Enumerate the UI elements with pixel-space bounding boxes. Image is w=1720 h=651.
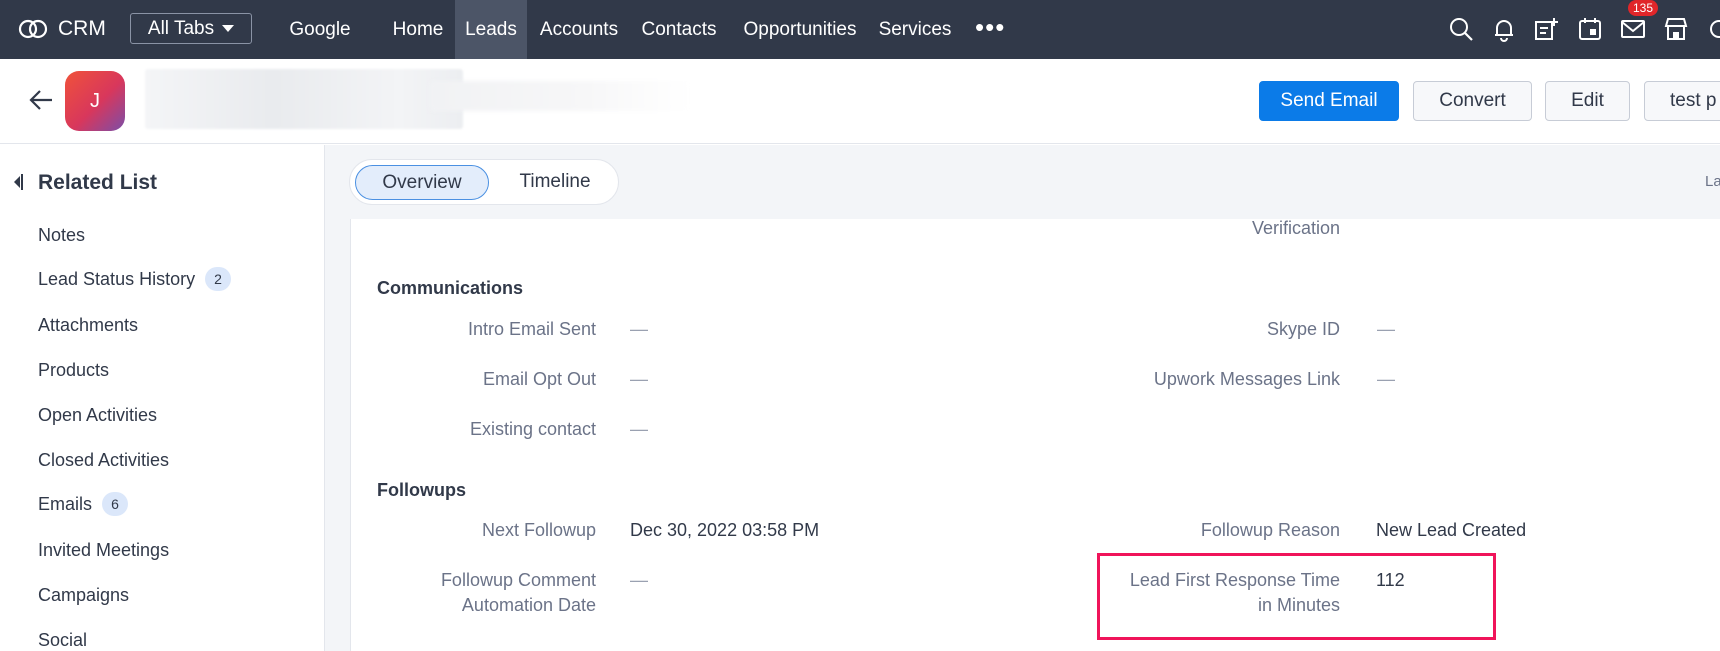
field-value-followup-reason[interactable]: New Lead Created	[1376, 518, 1526, 543]
crm-logo[interactable]: CRM	[18, 12, 106, 46]
related-list-item-invited-meetings[interactable]: Invited Meetings	[38, 540, 169, 561]
section-title-communications: Communications	[377, 278, 524, 298]
field-value-intro-email-sent[interactable]: —	[630, 317, 648, 342]
related-list-title: Related List	[38, 171, 158, 194]
all-tabs-label: All Tabs	[147, 17, 215, 39]
field-value-email-opt-out[interactable]: —	[630, 367, 648, 392]
field-label-followup-comment-automation-date: Followup Comment Automation Date	[350, 568, 596, 618]
related-list-item-label: Closed Activities	[38, 450, 170, 470]
record-tab-bar: Overview Timeline	[325, 145, 1720, 219]
all-tabs-dropdown[interactable]: All Tabs	[130, 13, 252, 44]
nav-tab-google-ads[interactable]: Google Ads	[272, 0, 368, 99]
last-updated-label: La	[1705, 173, 1720, 190]
section-title-followups: Followups	[377, 480, 466, 500]
count-badge: 6	[102, 492, 129, 516]
nav-tab-services[interactable]: Services	[878, 0, 952, 59]
test-button[interactable]: test p	[1644, 81, 1720, 121]
field-label-next-followup: Next Followup	[481, 520, 596, 540]
search-icon[interactable]	[1448, 16, 1474, 42]
collapse-panel-icon[interactable]	[12, 173, 24, 191]
highlight-box	[1097, 553, 1496, 640]
field-label-skype-id: Skype ID	[1266, 319, 1340, 339]
brand-name: CRM	[58, 17, 106, 40]
related-list-item-lead-status-history[interactable]: Lead Status History 2	[38, 267, 232, 291]
field-label-upwork-messages-link: Upwork Messages Link	[1153, 369, 1340, 389]
tab-switcher: Overview Timeline	[349, 159, 619, 205]
field-label-existing-contact: Existing contact	[469, 419, 596, 439]
count-badge: 2	[205, 267, 232, 291]
redacted-record-subtitle	[430, 81, 690, 111]
related-list-item-label: Attachments	[38, 315, 139, 335]
field-label-line: Automation Date	[461, 595, 596, 615]
related-list-panel: Related List Notes Lead Status History 2…	[0, 145, 325, 651]
related-list-item-label: Campaigns	[38, 585, 130, 605]
related-list-item-label: Open Activities	[38, 405, 158, 425]
create-note-icon[interactable]	[1533, 16, 1559, 42]
more-tabs-icon[interactable]: •••	[975, 0, 1005, 59]
related-list-item-notes[interactable]: Notes	[38, 225, 85, 246]
mail-icon[interactable]	[1620, 16, 1646, 42]
related-list-item-products[interactable]: Products	[38, 360, 109, 381]
bell-icon[interactable]	[1491, 16, 1517, 42]
related-list-item-closed-activities[interactable]: Closed Activities	[38, 450, 169, 471]
related-list-item-label: Social	[38, 630, 88, 650]
convert-button[interactable]: Convert	[1413, 81, 1532, 121]
settings-icon[interactable]	[1706, 16, 1720, 42]
calendar-icon[interactable]	[1577, 16, 1603, 42]
nav-tab-opportunities[interactable]: Opportunities	[738, 0, 862, 59]
top-navigation-bar: CRM All Tabs Google Ads Home Leads Accou…	[0, 0, 1720, 99]
field-value-skype-id[interactable]: —	[1377, 317, 1395, 342]
field-value-next-followup[interactable]: Dec 30, 2022 03:58 PM	[630, 518, 819, 543]
back-arrow-icon[interactable]	[28, 89, 54, 111]
field-value-followup-comment-automation-date[interactable]: —	[630, 568, 648, 593]
related-list-item-label: Invited Meetings	[38, 540, 170, 560]
related-list-item-social[interactable]: Social	[38, 630, 87, 651]
field-value-upwork-messages-link[interactable]: —	[1377, 367, 1395, 392]
field-label-email-opt-out: Email Opt Out	[482, 369, 596, 389]
nav-tab-home[interactable]: Home	[390, 0, 446, 59]
related-list-item-attachments[interactable]: Attachments	[38, 315, 138, 336]
related-list-item-label: Emails	[38, 493, 93, 514]
marketplace-icon[interactable]	[1663, 16, 1689, 42]
field-label-intro-email-sent: Intro Email Sent	[467, 319, 596, 339]
record-header: J Send Email Convert Edit test p	[0, 59, 1720, 144]
crm-logo-icon	[18, 19, 48, 39]
related-list-item-open-activities[interactable]: Open Activities	[38, 405, 157, 426]
field-label-line: Followup Comment	[440, 570, 596, 590]
edit-button[interactable]: Edit	[1545, 81, 1630, 121]
related-list-item-label: Products	[38, 360, 110, 380]
related-list-item-label: Lead Status History	[38, 268, 196, 289]
verification-label: Verification	[1251, 218, 1340, 238]
chevron-down-icon	[222, 25, 235, 32]
field-label-followup-reason: Followup Reason	[1200, 520, 1340, 540]
field-value-existing-contact[interactable]: —	[630, 417, 648, 442]
avatar: J	[65, 71, 125, 131]
nav-tab-leads[interactable]: Leads	[455, 0, 527, 59]
related-list-item-emails[interactable]: Emails 6	[38, 492, 129, 516]
tab-overview[interactable]: Overview	[355, 165, 489, 200]
nav-tab-accounts[interactable]: Accounts	[537, 0, 621, 59]
redacted-record-name	[145, 69, 463, 129]
nav-tab-contacts[interactable]: Contacts	[637, 0, 721, 59]
related-list-item-campaigns[interactable]: Campaigns	[38, 585, 129, 606]
mail-badge: 135	[1628, 0, 1659, 16]
tab-timeline[interactable]: Timeline	[495, 165, 615, 200]
send-email-button[interactable]: Send Email	[1259, 81, 1399, 121]
related-list-item-label: Notes	[38, 225, 86, 245]
detail-gutter	[325, 219, 351, 651]
